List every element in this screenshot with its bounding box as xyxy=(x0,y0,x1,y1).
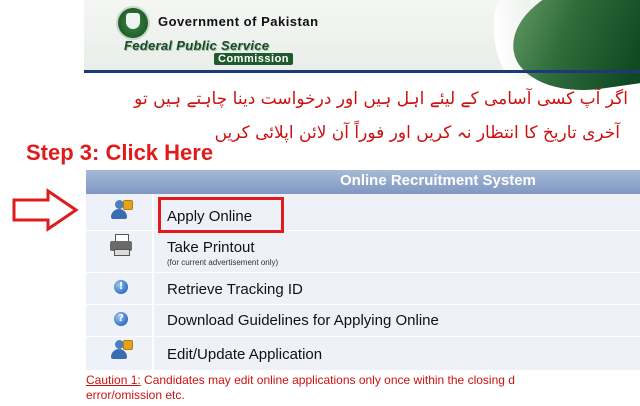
user-shield-icon[interactable] xyxy=(110,200,133,220)
row-divider xyxy=(86,336,640,337)
caution-notice-line2: error/omission etc. xyxy=(86,388,185,402)
caution-label: Caution 1: xyxy=(86,373,141,387)
download-guidelines-link[interactable]: Download Guidelines for Applying Online xyxy=(167,312,439,329)
help-icon[interactable]: ? xyxy=(114,312,128,326)
printout-note: (for current advertisement only) xyxy=(167,258,279,267)
panel-title: Online Recruitment System xyxy=(340,172,536,189)
urdu-notice-line2: آخری تاریخ کا انتظار نہ کریں اور فوراً آ… xyxy=(214,123,620,143)
user-shield-icon[interactable] xyxy=(110,340,133,360)
pakistan-flag-icon xyxy=(505,0,640,100)
edit-update-application-link[interactable]: Edit/Update Application xyxy=(167,346,322,363)
arrow-right-icon xyxy=(12,188,79,232)
row-divider xyxy=(86,304,640,305)
government-title: Government of Pakistan xyxy=(158,14,319,29)
row-divider xyxy=(86,272,640,273)
commission-name-line1: Federal Public Service xyxy=(124,38,270,53)
printer-icon[interactable] xyxy=(110,234,132,256)
icon-column-divider xyxy=(152,194,154,370)
emblem-shield-icon xyxy=(126,13,140,29)
header-divider xyxy=(84,70,640,73)
commission-name-line2: Commission xyxy=(214,53,294,65)
caution-notice: Caution 1: Candidates may edit online ap… xyxy=(86,373,515,387)
retrieve-tracking-id-link[interactable]: Retrieve Tracking ID xyxy=(167,281,303,298)
urdu-notice-line1: اگر آپ کسی آسامی کے لیئے اہل ہیں اور درخ… xyxy=(134,89,628,109)
take-printout-link[interactable]: Take Printout xyxy=(167,239,255,256)
apply-online-highlight xyxy=(158,197,284,233)
caution-text: Candidates may edit online applications … xyxy=(140,373,515,387)
step-instruction: Step 3: Click Here xyxy=(26,140,214,165)
info-icon[interactable]: ! xyxy=(114,280,128,294)
